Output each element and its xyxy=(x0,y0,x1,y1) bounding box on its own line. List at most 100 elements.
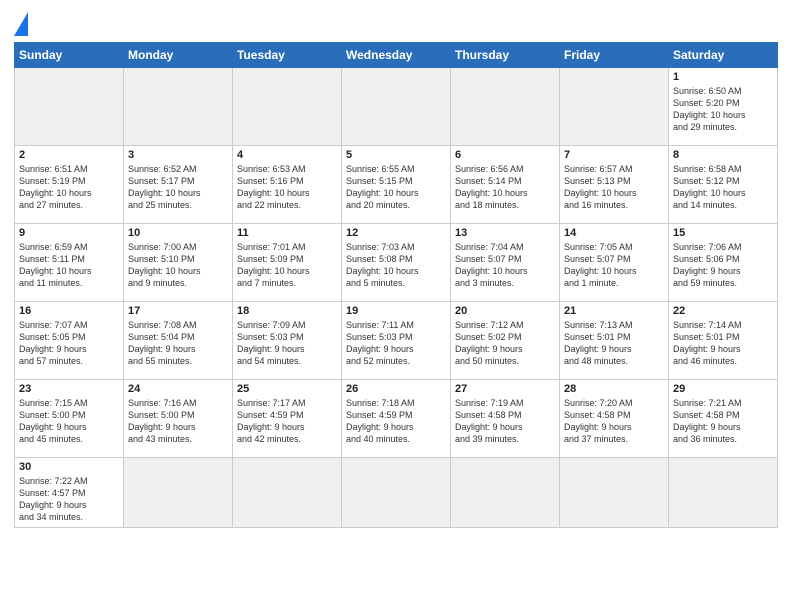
day-cell xyxy=(560,458,669,528)
day-number: 30 xyxy=(19,461,119,473)
day-cell: 20Sunrise: 7:12 AM Sunset: 5:02 PM Dayli… xyxy=(451,302,560,380)
day-number: 24 xyxy=(128,383,228,395)
day-cell: 19 Sunrise: 7:11 AM Sunset: 5:03 PM Dayli… xyxy=(342,302,451,380)
day-number: 12 xyxy=(346,227,446,239)
day-number: 5 xyxy=(346,149,446,161)
day-info: Sunrise: 7:21 AM Sunset: 4:58 PM Dayligh… xyxy=(673,397,773,446)
day-info: Sunrise: 6:59 AM Sunset: 5:11 PM Dayligh… xyxy=(19,241,119,290)
day-cell: 21 Sunrise: 7:13 AM Sunset: 5:01 PM Dayli… xyxy=(560,302,669,380)
week-row-5: 30Sunrise: 7:22 AM Sunset: 4:57 PM Dayli… xyxy=(15,458,778,528)
day-info: Sunrise: 7:19 AM Sunset: 4:58 PM Dayligh… xyxy=(455,397,555,446)
day-info: Sunrise: 7:17 AM Sunset: 4:59 PM Dayligh… xyxy=(237,397,337,446)
day-cell: 11Sunrise: 7:01 AM Sunset: 5:09 PM Dayli… xyxy=(233,224,342,302)
logo-icon xyxy=(14,12,28,36)
day-number: 23 xyxy=(19,383,119,395)
day-cell: 4 Sunrise: 6:53 AM Sunset: 5:16 PM Daylig… xyxy=(233,146,342,224)
day-cell: 23 Sunrise: 7:15 AM Sunset: 5:00 PM Dayli… xyxy=(15,380,124,458)
day-cell xyxy=(15,68,124,146)
day-number: 3 xyxy=(128,149,228,161)
day-info: Sunrise: 7:20 AM Sunset: 4:58 PM Dayligh… xyxy=(564,397,664,446)
day-info: Sunrise: 7:18 AM Sunset: 4:59 PM Dayligh… xyxy=(346,397,446,446)
header-row: SundayMondayTuesdayWednesdayThursdayFrid… xyxy=(15,43,778,68)
day-cell: 10Sunrise: 7:00 AM Sunset: 5:10 PM Dayli… xyxy=(124,224,233,302)
day-cell: 1 Sunrise: 6:50 AM Sunset: 5:20 PM Daylig… xyxy=(669,68,778,146)
day-cell: 27 Sunrise: 7:19 AM Sunset: 4:58 PM Dayli… xyxy=(451,380,560,458)
week-row-4: 23 Sunrise: 7:15 AM Sunset: 5:00 PM Dayli… xyxy=(15,380,778,458)
day-cell xyxy=(451,458,560,528)
day-number: 26 xyxy=(346,383,446,395)
header-cell-monday: Monday xyxy=(124,43,233,68)
day-info: Sunrise: 6:52 AM Sunset: 5:17 PM Dayligh… xyxy=(128,163,228,212)
day-cell xyxy=(560,68,669,146)
day-cell xyxy=(669,458,778,528)
day-info: Sunrise: 7:07 AM Sunset: 5:05 PM Dayligh… xyxy=(19,319,119,368)
day-cell: 5 Sunrise: 6:55 AM Sunset: 5:15 PM Daylig… xyxy=(342,146,451,224)
day-number: 28 xyxy=(564,383,664,395)
day-cell: 29 Sunrise: 7:21 AM Sunset: 4:58 PM Dayli… xyxy=(669,380,778,458)
day-info: Sunrise: 7:14 AM Sunset: 5:01 PM Dayligh… xyxy=(673,319,773,368)
day-info: Sunrise: 6:51 AM Sunset: 5:19 PM Dayligh… xyxy=(19,163,119,212)
day-info: Sunrise: 6:56 AM Sunset: 5:14 PM Dayligh… xyxy=(455,163,555,212)
day-number: 8 xyxy=(673,149,773,161)
calendar-header: SundayMondayTuesdayWednesdayThursdayFrid… xyxy=(15,43,778,68)
day-number: 20 xyxy=(455,305,555,317)
day-info: Sunrise: 7:16 AM Sunset: 5:00 PM Dayligh… xyxy=(128,397,228,446)
day-number: 15 xyxy=(673,227,773,239)
day-cell: 7Sunrise: 6:57 AM Sunset: 5:13 PM Daylig… xyxy=(560,146,669,224)
day-cell xyxy=(124,458,233,528)
day-info: Sunrise: 6:50 AM Sunset: 5:20 PM Dayligh… xyxy=(673,85,773,134)
day-cell: 22Sunrise: 7:14 AM Sunset: 5:01 PM Dayli… xyxy=(669,302,778,380)
day-cell: 18Sunrise: 7:09 AM Sunset: 5:03 PM Dayli… xyxy=(233,302,342,380)
day-info: Sunrise: 7:08 AM Sunset: 5:04 PM Dayligh… xyxy=(128,319,228,368)
day-cell xyxy=(451,68,560,146)
header xyxy=(14,10,778,36)
day-cell: 24 Sunrise: 7:16 AM Sunset: 5:00 PM Dayli… xyxy=(124,380,233,458)
calendar-body: 1 Sunrise: 6:50 AM Sunset: 5:20 PM Daylig… xyxy=(15,68,778,528)
day-number: 19 xyxy=(346,305,446,317)
week-row-2: 9 Sunrise: 6:59 AM Sunset: 5:11 PM Daylig… xyxy=(15,224,778,302)
day-info: Sunrise: 7:06 AM Sunset: 5:06 PM Dayligh… xyxy=(673,241,773,290)
day-cell: 14Sunrise: 7:05 AM Sunset: 5:07 PM Dayli… xyxy=(560,224,669,302)
week-row-0: 1 Sunrise: 6:50 AM Sunset: 5:20 PM Daylig… xyxy=(15,68,778,146)
day-number: 7 xyxy=(564,149,664,161)
day-info: Sunrise: 7:15 AM Sunset: 5:00 PM Dayligh… xyxy=(19,397,119,446)
day-cell: 2 Sunrise: 6:51 AM Sunset: 5:19 PM Daylig… xyxy=(15,146,124,224)
day-info: Sunrise: 6:53 AM Sunset: 5:16 PM Dayligh… xyxy=(237,163,337,212)
day-cell: 3 Sunrise: 6:52 AM Sunset: 5:17 PM Daylig… xyxy=(124,146,233,224)
day-info: Sunrise: 7:04 AM Sunset: 5:07 PM Dayligh… xyxy=(455,241,555,290)
day-number: 16 xyxy=(19,305,119,317)
day-number: 1 xyxy=(673,71,773,83)
header-cell-sunday: Sunday xyxy=(15,43,124,68)
day-info: Sunrise: 7:01 AM Sunset: 5:09 PM Dayligh… xyxy=(237,241,337,290)
calendar-table: SundayMondayTuesdayWednesdayThursdayFrid… xyxy=(14,42,778,528)
header-cell-tuesday: Tuesday xyxy=(233,43,342,68)
header-cell-saturday: Saturday xyxy=(669,43,778,68)
day-cell xyxy=(342,458,451,528)
day-cell xyxy=(233,68,342,146)
day-info: Sunrise: 7:03 AM Sunset: 5:08 PM Dayligh… xyxy=(346,241,446,290)
day-cell: 26 Sunrise: 7:18 AM Sunset: 4:59 PM Dayli… xyxy=(342,380,451,458)
day-info: Sunrise: 7:05 AM Sunset: 5:07 PM Dayligh… xyxy=(564,241,664,290)
day-info: Sunrise: 6:55 AM Sunset: 5:15 PM Dayligh… xyxy=(346,163,446,212)
day-cell: 25 Sunrise: 7:17 AM Sunset: 4:59 PM Dayli… xyxy=(233,380,342,458)
day-cell: 17Sunrise: 7:08 AM Sunset: 5:04 PM Dayli… xyxy=(124,302,233,380)
day-number: 4 xyxy=(237,149,337,161)
day-number: 29 xyxy=(673,383,773,395)
day-info: Sunrise: 7:13 AM Sunset: 5:01 PM Dayligh… xyxy=(564,319,664,368)
header-cell-friday: Friday xyxy=(560,43,669,68)
day-info: Sunrise: 7:11 AM Sunset: 5:03 PM Dayligh… xyxy=(346,319,446,368)
week-row-3: 16 Sunrise: 7:07 AM Sunset: 5:05 PM Dayli… xyxy=(15,302,778,380)
day-number: 2 xyxy=(19,149,119,161)
day-cell xyxy=(233,458,342,528)
day-number: 9 xyxy=(19,227,119,239)
day-number: 10 xyxy=(128,227,228,239)
day-cell: 9 Sunrise: 6:59 AM Sunset: 5:11 PM Daylig… xyxy=(15,224,124,302)
day-cell xyxy=(124,68,233,146)
day-number: 27 xyxy=(455,383,555,395)
day-cell: 13Sunrise: 7:04 AM Sunset: 5:07 PM Dayli… xyxy=(451,224,560,302)
header-cell-wednesday: Wednesday xyxy=(342,43,451,68)
day-cell xyxy=(342,68,451,146)
day-cell: 28 Sunrise: 7:20 AM Sunset: 4:58 PM Dayli… xyxy=(560,380,669,458)
day-number: 21 xyxy=(564,305,664,317)
day-number: 25 xyxy=(237,383,337,395)
